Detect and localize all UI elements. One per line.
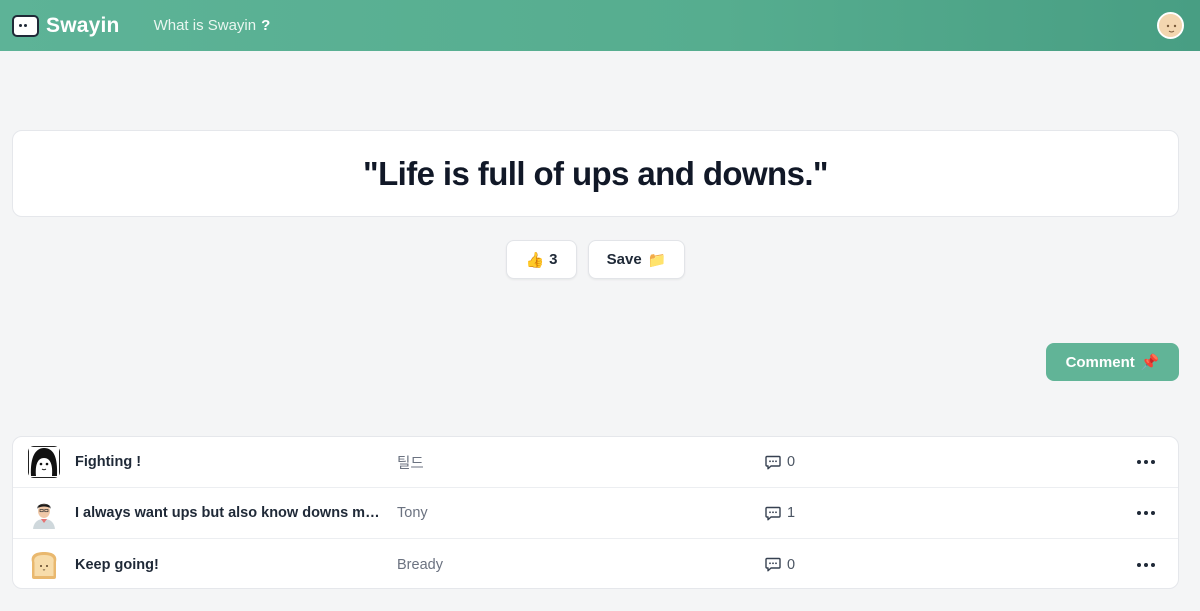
chat-bubble-icon: [765, 557, 781, 572]
chat-bubble-icon: [765, 455, 781, 469]
reply-count: 1: [765, 505, 795, 521]
comment-list: Fighting ! 틸드 0 I always want ups but al…: [12, 436, 1179, 589]
pushpin-icon: 📌: [1140, 354, 1160, 371]
brand-home-link[interactable]: Swayin: [12, 14, 120, 38]
comment-row[interactable]: Fighting ! 틸드 0: [13, 437, 1178, 488]
what-is-swayin-link[interactable]: What is Swayin ?: [154, 17, 271, 34]
comment-title: I always want ups but also know downs mu…: [75, 505, 387, 521]
comment-title: Fighting !: [75, 454, 142, 470]
quote-text: "Life is full of ups and downs.": [363, 154, 829, 192]
comment-author: Tony: [397, 505, 428, 521]
swayin-logo-icon: [12, 14, 39, 37]
more-options-button[interactable]: [1131, 452, 1161, 472]
folder-icon: 📁: [647, 251, 667, 269]
comment-row[interactable]: I always want ups but also know downs mu…: [13, 488, 1178, 539]
like-count: 3: [549, 251, 558, 268]
more-options-button[interactable]: [1131, 555, 1161, 575]
sketch-face-avatar: [28, 446, 60, 478]
person-avatar: [28, 497, 60, 529]
comment-title: Keep going!: [75, 556, 159, 573]
comment-button[interactable]: Comment 📌: [1046, 343, 1179, 381]
question-mark-icon: ?: [261, 17, 271, 34]
chat-bubble-icon: [765, 506, 781, 520]
save-label: Save: [606, 251, 642, 268]
comment-author: 틸드: [397, 455, 424, 472]
comment-author: Bready: [397, 556, 443, 573]
thumbs-up-icon: 👍: [525, 251, 545, 269]
like-button[interactable]: 👍 3: [506, 240, 577, 279]
brand-name: Swayin: [46, 13, 120, 37]
comment-row[interactable]: Keep going! Bready 0: [13, 539, 1178, 588]
bread-avatar: [28, 548, 60, 581]
quote-card: "Life is full of ups and downs.": [12, 130, 1179, 217]
user-avatar-icon: [1159, 14, 1182, 37]
top-navbar: Swayin What is Swayin ?: [0, 0, 1200, 51]
more-options-button[interactable]: [1131, 503, 1161, 523]
nav-link-label: What is Swayin: [153, 17, 257, 34]
reply-count: 0: [765, 454, 795, 470]
comment-label: Comment: [1065, 353, 1135, 371]
reply-count: 0: [765, 557, 795, 573]
save-button[interactable]: Save 📁: [588, 240, 685, 279]
user-avatar-button[interactable]: [1157, 12, 1184, 39]
